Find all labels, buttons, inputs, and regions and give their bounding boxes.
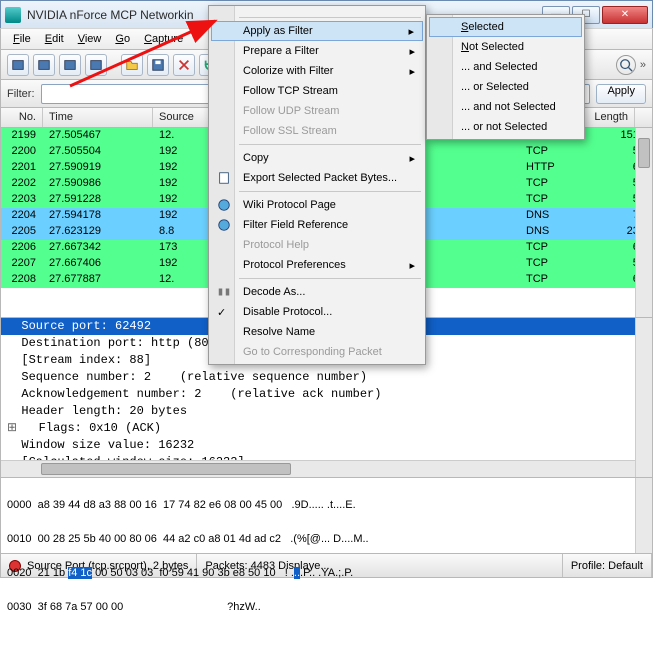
export-icon bbox=[216, 170, 232, 186]
ctx-resolve-name[interactable]: Resolve Name bbox=[211, 322, 423, 342]
details-v-scrollbar[interactable] bbox=[635, 318, 652, 477]
ctx-follow-udp: Follow UDP Stream bbox=[211, 101, 423, 121]
col-time[interactable]: Time bbox=[43, 108, 153, 127]
ctx-copy[interactable]: Copy▸ bbox=[211, 148, 423, 168]
toolbar-overflow-icon[interactable]: » bbox=[640, 59, 646, 71]
close-button[interactable]: ✕ bbox=[602, 6, 648, 24]
ctx-follow-tcp[interactable]: Follow TCP Stream bbox=[211, 81, 423, 101]
tool-btn-3[interactable] bbox=[59, 54, 81, 76]
ctx-filter-ref[interactable]: Filter Field Reference bbox=[211, 215, 423, 235]
context-submenu: Selected Not Selected ... and Selected .… bbox=[426, 14, 585, 140]
col-source[interactable]: Source bbox=[153, 108, 215, 127]
detail-line[interactable]: Flags: 0x10 (ACK) bbox=[1, 420, 652, 437]
menu-go[interactable]: Go bbox=[109, 31, 136, 47]
details-h-scrollbar[interactable] bbox=[1, 460, 635, 477]
ctx-follow-ssl: Follow SSL Stream bbox=[211, 121, 423, 141]
zoom-icon[interactable] bbox=[616, 55, 636, 75]
ctx-export-bytes[interactable]: Export Selected Packet Bytes... bbox=[211, 168, 423, 188]
sub-selected[interactable]: Selected bbox=[429, 17, 582, 37]
menu-capture[interactable]: Capture bbox=[138, 31, 189, 47]
detail-line[interactable]: Acknowledgement number: 2 (relative ack … bbox=[1, 386, 652, 403]
detail-line[interactable]: Sequence number: 2 (relative sequence nu… bbox=[1, 369, 652, 386]
hex-highlight: f4 1c bbox=[68, 567, 92, 579]
tool-btn-4[interactable] bbox=[85, 54, 107, 76]
ctx-wiki[interactable]: Wiki Protocol Page bbox=[211, 195, 423, 215]
packet-bytes[interactable]: 0000 a8 39 44 d8 a3 88 00 16 17 74 82 e6… bbox=[0, 478, 653, 554]
tool-btn-2[interactable] bbox=[33, 54, 55, 76]
ctx-disable-protocol[interactable]: ✓Disable Protocol... bbox=[211, 302, 423, 322]
filter-apply-button[interactable]: Apply bbox=[596, 84, 646, 104]
ctx-apply-as-filter[interactable]: Apply as Filter▸ bbox=[211, 21, 423, 41]
col-no[interactable]: No. bbox=[1, 108, 43, 127]
decode-icon bbox=[216, 284, 232, 300]
sub-and-not-selected[interactable]: ... and not Selected bbox=[429, 97, 582, 117]
tool-open[interactable] bbox=[121, 54, 143, 76]
globe-icon bbox=[216, 197, 232, 213]
sub-not-selected[interactable]: Not Selected bbox=[429, 37, 582, 57]
context-menu: Apply as Filter▸ Prepare a Filter▸ Color… bbox=[208, 5, 426, 365]
tool-save[interactable] bbox=[147, 54, 169, 76]
tool-btn-1[interactable] bbox=[7, 54, 29, 76]
ctx-protocol-prefs[interactable]: Protocol Preferences▸ bbox=[211, 255, 423, 275]
filter-label: Filter: bbox=[7, 88, 35, 100]
tool-close[interactable] bbox=[173, 54, 195, 76]
detail-line[interactable]: Window size value: 16232 bbox=[1, 437, 652, 454]
globe-icon bbox=[216, 217, 232, 233]
ctx-protocol-help: Protocol Help bbox=[211, 235, 423, 255]
list-scrollbar[interactable] bbox=[635, 128, 652, 317]
menu-file[interactable]: File bbox=[7, 31, 37, 47]
submenu-arrow-icon: ▸ bbox=[409, 25, 415, 38]
sub-or-selected[interactable]: ... or Selected bbox=[429, 77, 582, 97]
ctx-colorize[interactable]: Colorize with Filter▸ bbox=[211, 61, 423, 81]
menu-view[interactable]: View bbox=[72, 31, 108, 47]
ctx-goto-packet: Go to Corresponding Packet bbox=[211, 342, 423, 362]
check-icon: ✓ bbox=[217, 306, 226, 319]
ctx-prepare-filter[interactable]: Prepare a Filter▸ bbox=[211, 41, 423, 61]
hex-v-scrollbar[interactable] bbox=[635, 478, 652, 553]
sub-and-selected[interactable]: ... and Selected bbox=[429, 57, 582, 77]
app-icon bbox=[5, 7, 21, 23]
menu-edit[interactable]: Edit bbox=[39, 31, 70, 47]
detail-line[interactable]: Header length: 20 bytes bbox=[1, 403, 652, 420]
sub-or-not-selected[interactable]: ... or not Selected bbox=[429, 117, 582, 137]
ctx-decode-as[interactable]: Decode As... bbox=[211, 282, 423, 302]
